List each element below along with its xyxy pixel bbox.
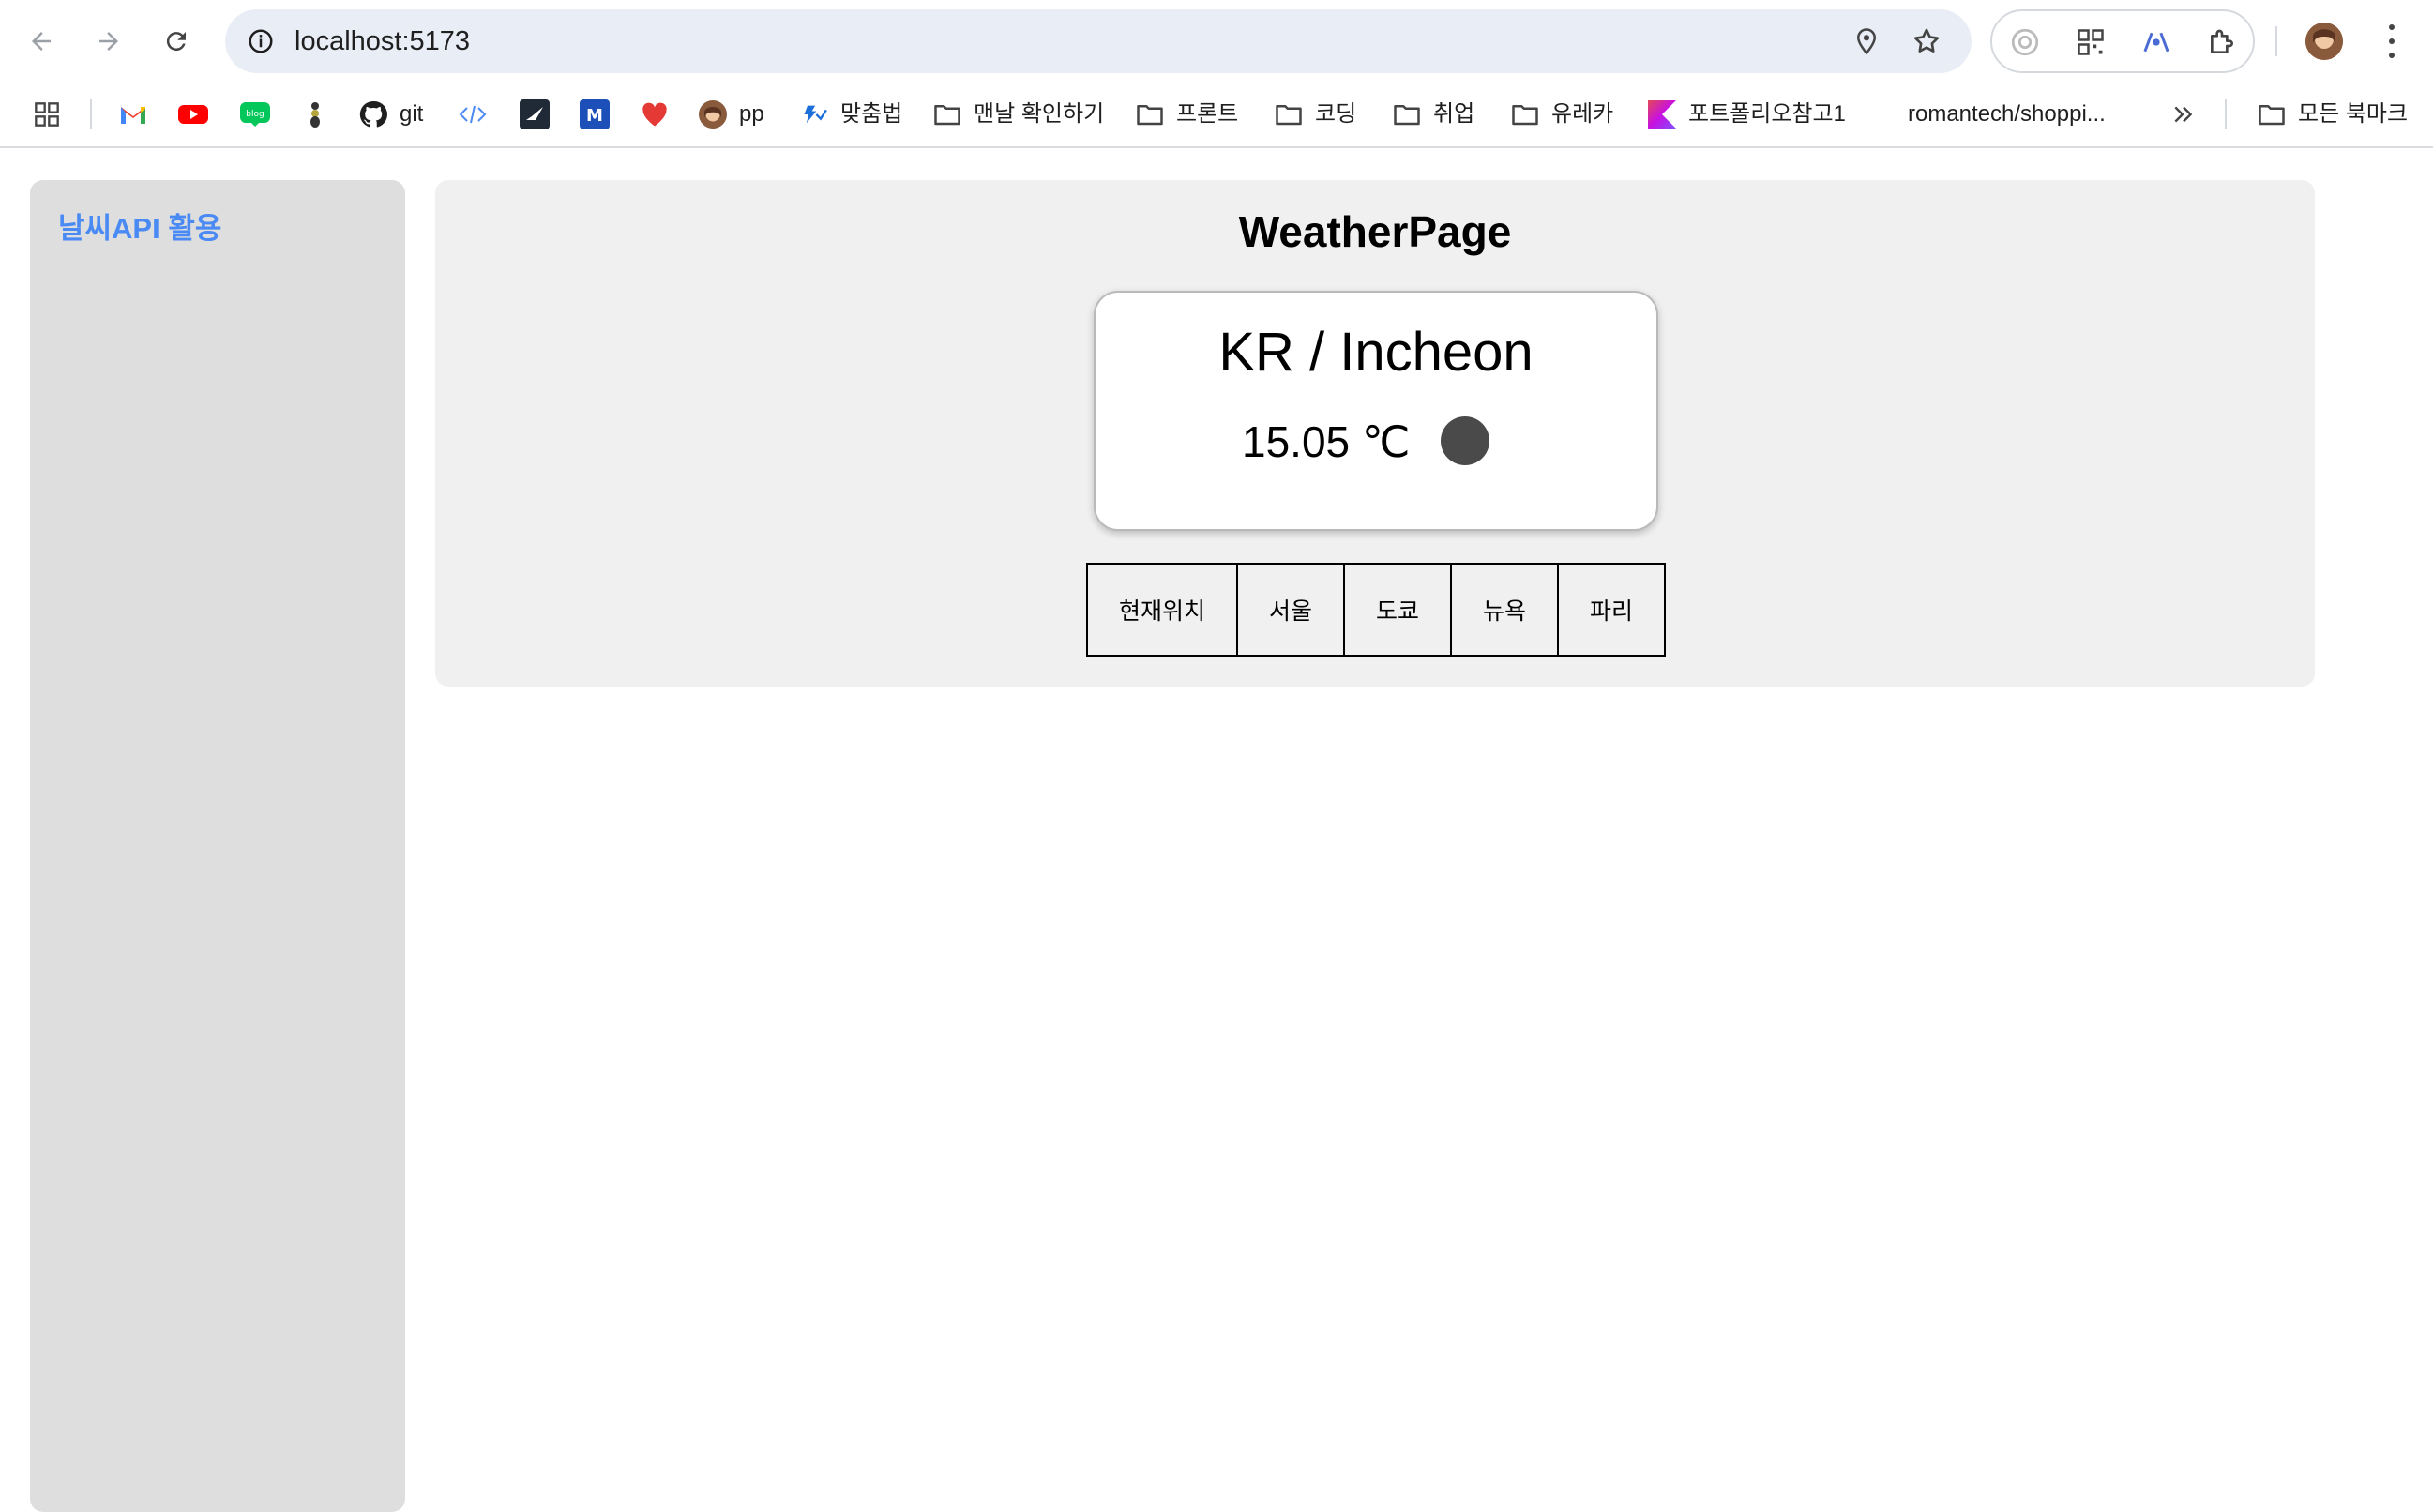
chevron-double-right-icon bbox=[2169, 99, 2199, 129]
bookmark-bird[interactable] bbox=[520, 92, 561, 137]
current-location-button[interactable]: 현재위치 bbox=[1086, 563, 1238, 657]
bookmark-ant[interactable] bbox=[300, 92, 341, 137]
bookmarks-overflow-button[interactable] bbox=[2169, 92, 2210, 137]
folder-icon bbox=[2257, 99, 2287, 129]
bookmark-romantech[interactable]: romantech/shoppi... bbox=[1908, 92, 2106, 137]
forward-button[interactable] bbox=[81, 13, 137, 69]
browser-menu-button[interactable] bbox=[2379, 21, 2405, 62]
more-vert-icon bbox=[2389, 24, 2395, 30]
bookmark-folder-coding[interactable]: 코딩 bbox=[1274, 92, 1356, 137]
bookmark-spellcheck[interactable]: 맞춤법 bbox=[799, 92, 902, 137]
spellcheck-icon bbox=[799, 99, 829, 129]
arrow-left-icon bbox=[32, 32, 51, 51]
location-pin-icon[interactable] bbox=[1848, 23, 1885, 60]
paris-button[interactable]: 파리 bbox=[1557, 563, 1666, 657]
avatar-icon bbox=[2305, 23, 2343, 60]
url-text[interactable]: localhost:5173 bbox=[295, 9, 470, 73]
svg-text:M: M bbox=[586, 106, 603, 126]
bookmark-all-bookmarks[interactable]: 모든 북마크 bbox=[2257, 92, 2408, 137]
bookmark-git[interactable]: git bbox=[358, 92, 423, 137]
bookmark-star-icon[interactable] bbox=[1908, 23, 1945, 60]
ant-icon bbox=[300, 99, 330, 129]
extensions-group bbox=[1990, 9, 2255, 73]
address-bar[interactable]: localhost:5173 bbox=[225, 9, 1972, 73]
browser-toolbar: localhost:5173 bbox=[0, 0, 2433, 83]
gmail-icon bbox=[118, 99, 148, 129]
bookmark-label: 포트폴리오참고1 bbox=[1688, 101, 1846, 127]
bookmark-m[interactable]: M bbox=[580, 92, 621, 137]
bookmark-label: 맞춤법 bbox=[840, 101, 903, 127]
puzzle-extensions-icon[interactable] bbox=[2202, 23, 2242, 62]
temperature-label: 15.05 ℃ bbox=[1242, 417, 1411, 466]
avatar-icon bbox=[698, 99, 728, 129]
bookmark-folder-daily[interactable]: 맨날 확인하기 bbox=[932, 92, 1104, 137]
bookmark-portfolio[interactable]: 포트폴리오참고1 bbox=[1647, 92, 1846, 137]
folder-icon bbox=[932, 99, 962, 129]
bookmarks-separator bbox=[2225, 99, 2227, 129]
bookmark-label: 취업 bbox=[1433, 101, 1475, 127]
reload-button[interactable] bbox=[148, 13, 204, 69]
apps-grid-icon bbox=[32, 99, 62, 129]
toolbar-separator bbox=[2275, 26, 2277, 56]
bookmark-label: 프론트 bbox=[1176, 101, 1239, 127]
folder-icon bbox=[1274, 99, 1304, 129]
bird-icon bbox=[520, 99, 550, 129]
kotlin-icon bbox=[1647, 99, 1677, 129]
back-button[interactable] bbox=[13, 13, 69, 69]
m-badge-icon: M bbox=[580, 99, 610, 129]
blog-icon: blog bbox=[240, 99, 270, 129]
weather-icon bbox=[1441, 416, 1489, 465]
bookmark-code[interactable] bbox=[458, 92, 499, 137]
bookmark-folder-front[interactable]: 프론트 bbox=[1135, 92, 1238, 137]
site-info-icon[interactable] bbox=[242, 23, 280, 60]
bookmark-label: 유레카 bbox=[1551, 101, 1614, 127]
page-title: WeatherPage bbox=[1238, 207, 1512, 256]
weather-card: KR / Incheon 15.05 ℃ bbox=[1094, 291, 1658, 531]
profile-avatar[interactable] bbox=[2305, 23, 2343, 60]
folder-icon bbox=[1510, 99, 1540, 129]
bookmark-label: git bbox=[400, 101, 424, 127]
bookmarks-bar: blog git M pp 맞춤법 맨날 확인하기 프론트 코딩 취업 유레카 … bbox=[0, 83, 2433, 148]
tokyo-button[interactable]: 도쿄 bbox=[1343, 563, 1452, 657]
folder-icon bbox=[1135, 99, 1165, 129]
svg-text:blog: blog bbox=[246, 110, 264, 119]
bookmark-apps[interactable] bbox=[32, 92, 73, 137]
bookmarks-separator bbox=[90, 99, 92, 129]
city-button-group: 현재위치 서울 도쿄 뉴욕 파리 bbox=[1086, 563, 1666, 657]
weather-panel: WeatherPage KR / Incheon 15.05 ℃ 현재위치 서울… bbox=[435, 180, 2315, 687]
location-label: KR / Incheon bbox=[1218, 322, 1534, 383]
newyork-button[interactable]: 뉴욕 bbox=[1450, 563, 1559, 657]
qr-code-icon[interactable] bbox=[2071, 23, 2110, 62]
bookmark-folder-jobs[interactable]: 취업 bbox=[1392, 92, 1474, 137]
menu-dot bbox=[2389, 38, 2395, 44]
bookmark-blog[interactable]: blog bbox=[240, 92, 281, 137]
folder-icon bbox=[1392, 99, 1422, 129]
sidebar-title-link[interactable]: 날씨API 활용 bbox=[58, 204, 221, 247]
sidebar: 날씨API 활용 bbox=[30, 180, 405, 1512]
bookmark-label: romantech/shoppi... bbox=[1908, 101, 2106, 127]
bookmark-label: 코딩 bbox=[1315, 101, 1357, 127]
github-icon bbox=[358, 99, 388, 129]
heart-icon bbox=[640, 99, 670, 129]
code-brackets-icon bbox=[458, 99, 488, 129]
arrow-right-icon bbox=[99, 32, 118, 51]
extension-camera-icon[interactable] bbox=[2005, 23, 2045, 62]
bookmark-label: 맨날 확인하기 bbox=[974, 101, 1105, 127]
devtools-extension-icon[interactable] bbox=[2137, 23, 2176, 62]
bookmark-heart[interactable] bbox=[640, 92, 681, 137]
bookmark-label: pp bbox=[739, 101, 764, 127]
bookmark-gmail[interactable] bbox=[118, 92, 159, 137]
youtube-icon bbox=[178, 99, 208, 129]
bookmark-folder-eureka[interactable]: 유레카 bbox=[1510, 92, 1613, 137]
bookmark-youtube[interactable] bbox=[178, 92, 219, 137]
reload-icon bbox=[166, 32, 186, 52]
bookmark-pp[interactable]: pp bbox=[698, 92, 764, 137]
bookmark-label: 모든 북마크 bbox=[2298, 101, 2409, 127]
seoul-button[interactable]: 서울 bbox=[1236, 563, 1345, 657]
menu-dot bbox=[2389, 53, 2395, 58]
